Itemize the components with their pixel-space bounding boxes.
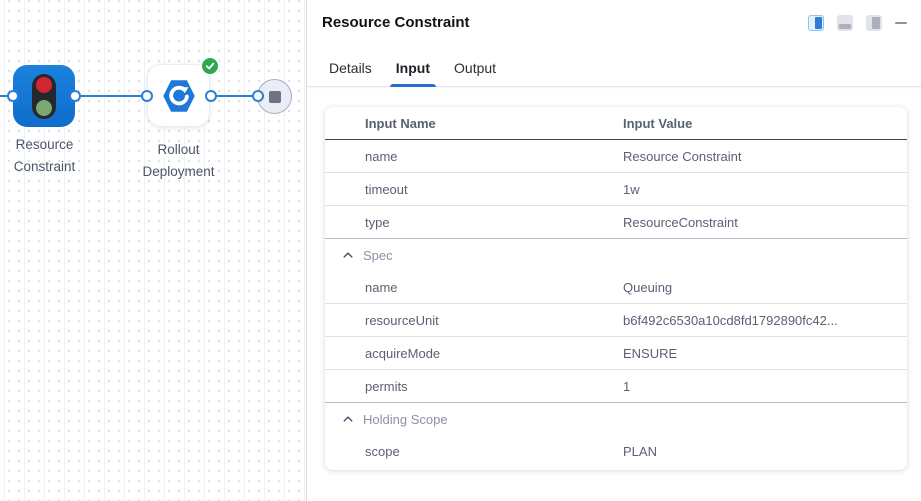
edge-node1-node2: [75, 95, 147, 97]
chevron-up-icon[interactable]: [342, 413, 354, 425]
table-row: name Resource Constraint: [325, 140, 907, 173]
row-name: name: [325, 280, 623, 295]
layout-panel-bottom-icon[interactable]: [837, 15, 853, 31]
node-label-resource-constraint: Resource Constraint: [0, 134, 89, 178]
table-row: name Queuing: [325, 271, 907, 304]
table-row: permits 1: [325, 370, 907, 403]
group-row-spec[interactable]: Spec: [325, 239, 907, 271]
panel-title: Resource Constraint: [322, 14, 470, 31]
argo-rollouts-icon: [161, 78, 197, 114]
minimize-icon[interactable]: [895, 15, 907, 31]
stop-square-icon: [269, 91, 281, 103]
port-node2-in[interactable]: [141, 90, 153, 102]
tab-bar: Details Input Output: [307, 52, 921, 87]
layout-split-right-icon[interactable]: [808, 15, 824, 31]
row-value: 1w: [623, 182, 907, 197]
row-name: name: [325, 149, 623, 164]
row-name: permits: [325, 379, 623, 394]
input-table-card: Input Name Input Value name Resource Con…: [325, 107, 907, 470]
table-header-row: Input Name Input Value: [325, 107, 907, 140]
tab-input[interactable]: Input: [390, 52, 436, 86]
tab-output[interactable]: Output: [448, 52, 502, 86]
row-name: timeout: [325, 182, 623, 197]
row-value: Resource Constraint: [623, 149, 907, 164]
traffic-red-light: [36, 77, 52, 93]
detail-panel: Resource Constraint Details Input Output…: [307, 0, 921, 501]
workflow-canvas[interactable]: Resource Constraint Rollout Deployment: [0, 0, 307, 501]
row-value: Queuing: [623, 280, 907, 295]
row-name: resourceUnit: [325, 313, 623, 328]
group-label: Spec: [363, 248, 393, 263]
traffic-green-light: [36, 100, 52, 116]
tab-details[interactable]: Details: [323, 52, 378, 86]
edge-node2-end: [211, 95, 258, 97]
layout-panel-right-icon[interactable]: [866, 15, 882, 31]
column-header-input-value: Input Value: [623, 116, 907, 131]
port-node1-in[interactable]: [7, 90, 19, 102]
row-value: 1: [623, 379, 907, 394]
node-rollout-deployment[interactable]: [147, 64, 210, 127]
traffic-light-icon: [32, 74, 56, 119]
row-value: PLAN: [623, 444, 907, 459]
port-end-in[interactable]: [252, 90, 264, 102]
row-name: acquireMode: [325, 346, 623, 361]
group-label: Holding Scope: [363, 412, 448, 427]
panel-header: Resource Constraint: [307, 0, 921, 31]
table-row: type ResourceConstraint: [325, 206, 907, 239]
chevron-up-icon[interactable]: [342, 249, 354, 261]
table-row: resourceUnit b6f492c6530a10cd8fd1792890f…: [325, 304, 907, 337]
row-name: type: [325, 215, 623, 230]
table-row: scope PLAN: [325, 435, 907, 468]
row-value: b6f492c6530a10cd8fd1792890fc42...: [623, 313, 907, 328]
node-resource-constraint[interactable]: [13, 65, 75, 127]
group-row-holding-scope[interactable]: Holding Scope: [325, 403, 907, 435]
row-value: ENSURE: [623, 346, 907, 361]
port-node1-out[interactable]: [69, 90, 81, 102]
column-header-input-name: Input Name: [325, 116, 623, 131]
node-label-rollout-deployment: Rollout Deployment: [133, 139, 224, 183]
table-row: acquireMode ENSURE: [325, 337, 907, 370]
row-name: scope: [325, 444, 623, 459]
table-row: timeout 1w: [325, 173, 907, 206]
row-value: ResourceConstraint: [623, 215, 907, 230]
success-check-icon: [200, 56, 220, 76]
window-controls: [808, 15, 907, 31]
port-node2-out[interactable]: [205, 90, 217, 102]
